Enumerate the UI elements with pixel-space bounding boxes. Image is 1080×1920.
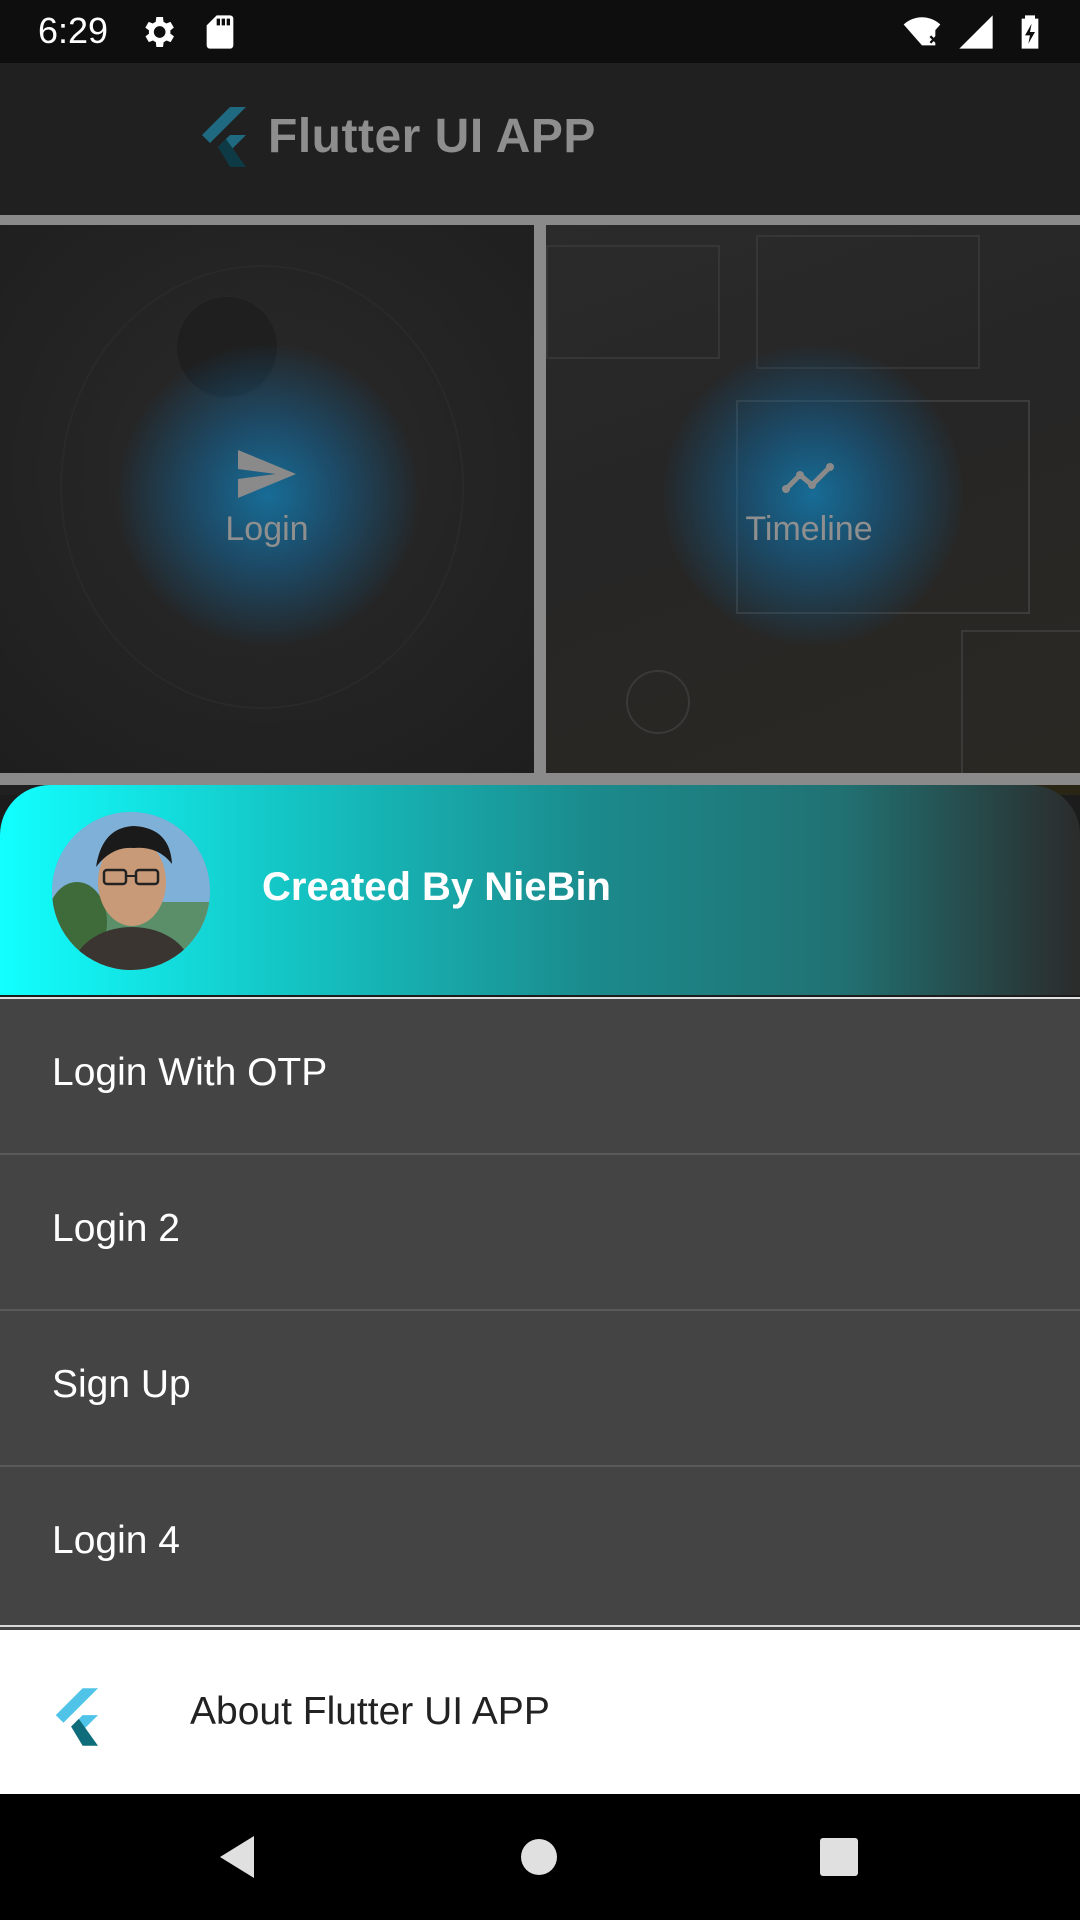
signal-icon: [959, 15, 993, 49]
about-label: About Flutter UI APP: [190, 1690, 550, 1733]
tile-login[interactable]: Login: [0, 225, 534, 773]
timeline-icon: [782, 463, 834, 493]
tile-login-label: Login: [225, 510, 309, 548]
back-icon[interactable]: [214, 1832, 264, 1882]
drawer-menu: Login With OTP Login 2 Sign Up Login 4: [0, 997, 1080, 1631]
status-time: 6:29: [38, 10, 109, 51]
menu-item-label: Login With OTP: [52, 1051, 328, 1094]
flutter-logo-icon: [55, 1688, 98, 1746]
menu-item-login-4[interactable]: Login 4: [0, 1467, 1080, 1627]
wifi-icon: [903, 17, 941, 46]
recents-icon[interactable]: [814, 1832, 864, 1882]
flutter-logo-icon: [202, 107, 246, 167]
menu-item-login-2[interactable]: Login 2: [0, 1155, 1080, 1311]
drawer-header-title: Created By NieBin: [262, 865, 611, 909]
menu-item-label: Sign Up: [52, 1363, 191, 1406]
menu-item-label: Login 2: [52, 1207, 180, 1250]
status-bar: 6:29: [0, 0, 1080, 63]
menu-item-sign-up[interactable]: Sign Up: [0, 1311, 1080, 1467]
tile-timeline[interactable]: Timeline: [546, 225, 1080, 773]
profile-avatar[interactable]: [52, 812, 210, 970]
app-title: Flutter UI APP: [268, 110, 596, 163]
gear-icon: [145, 17, 174, 47]
drawer-header: Created By NieBin: [0, 785, 1080, 995]
send-icon: [238, 450, 296, 498]
avatar-photo-icon: [52, 812, 210, 970]
app-bar: Flutter UI APP: [0, 63, 1080, 215]
tile-timeline-label: Timeline: [745, 510, 873, 548]
battery-icon: [1021, 15, 1039, 49]
feature-grid: Login Timeline: [0, 215, 1080, 795]
sd-card-icon: [206, 15, 234, 49]
system-nav-bar: [0, 1794, 1080, 1920]
menu-item-login-with-otp[interactable]: Login With OTP: [0, 999, 1080, 1155]
about-item[interactable]: About Flutter UI APP: [0, 1630, 1080, 1794]
menu-item-label: Login 4: [52, 1519, 180, 1562]
home-icon[interactable]: [514, 1832, 564, 1882]
